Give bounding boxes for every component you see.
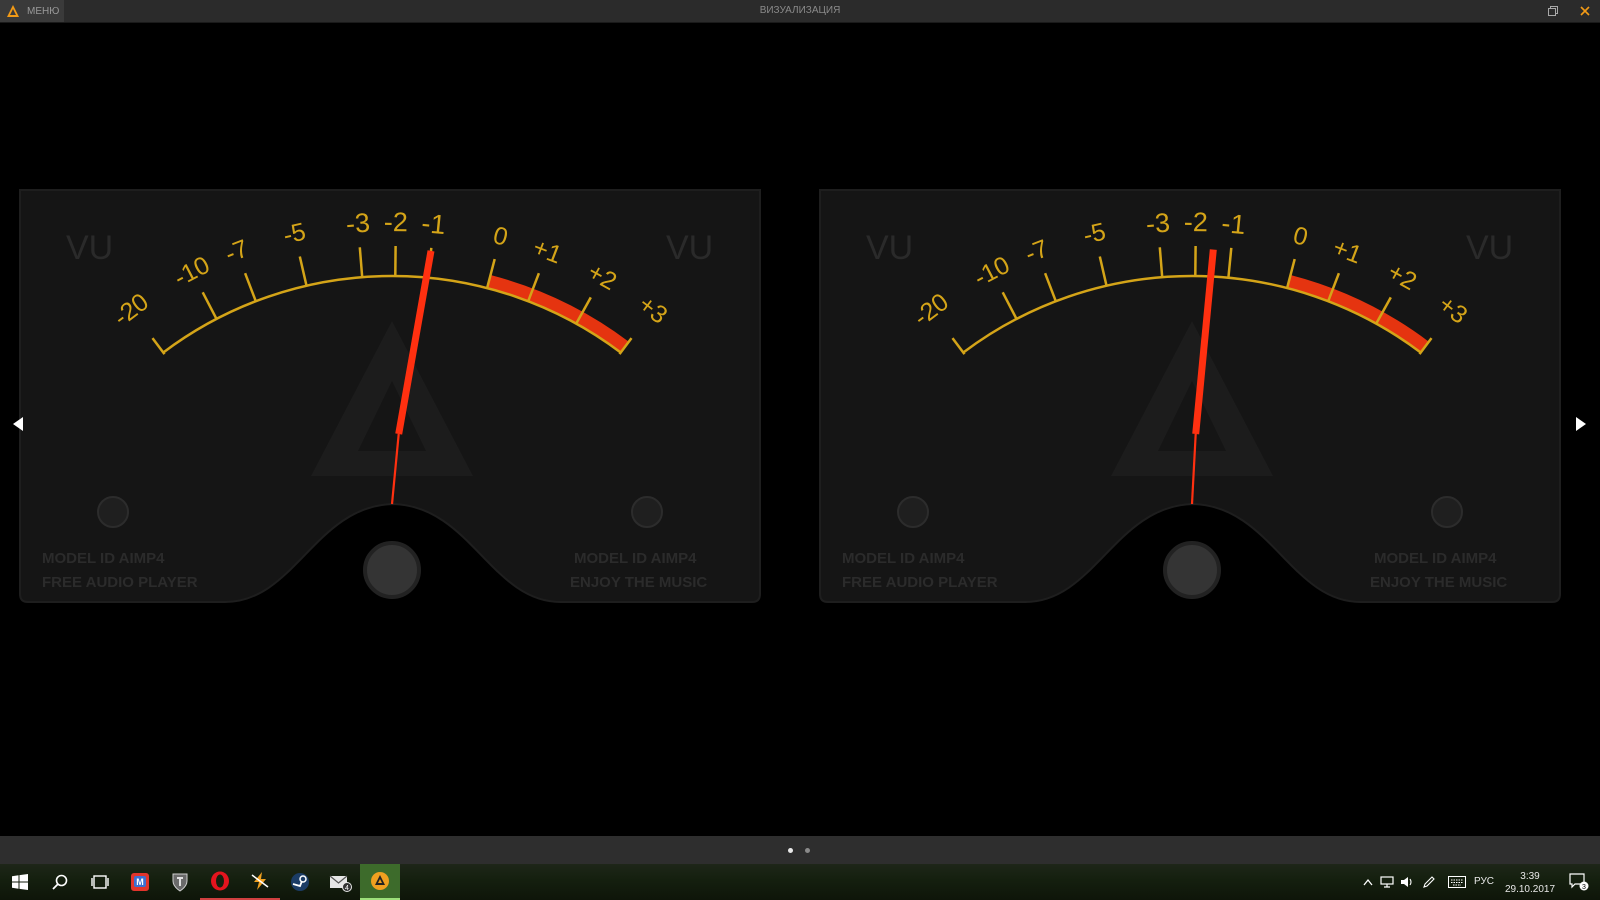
vu-label-left: VU [66,229,113,267]
mail-icon: 4 [329,875,352,892]
speaker-icon [1401,877,1412,887]
opera-icon [211,871,229,891]
model-right-line1: MODEL ID AIMP4 [1374,550,1497,567]
window-title: ВИЗУАЛИЗАЦИЯ [759,5,841,16]
vk-messenger-icon: M [131,873,149,891]
vu-meter-face: VU VU -20-10 -7-5 -3 -2 -1 0 +1+2+3 MODEL ID A… [19,189,761,603]
task-view-icon [91,875,109,889]
winamp-icon [251,872,269,890]
clock[interactable]: 3:39 29.10.2017 [1498,870,1562,896]
taskbar-app-vk-messenger[interactable]: M [120,864,160,900]
world-of-tanks-icon [172,873,188,892]
screw-right [631,496,663,528]
model-left-line1: MODEL ID AIMP4 [42,550,165,567]
search-button[interactable] [40,864,80,900]
pen-workspace-button[interactable] [1420,864,1438,900]
svg-text:M: M [136,877,144,887]
vu-label-right: VU [666,229,713,267]
scale-label: -1 [420,208,447,240]
taskbar-app-world-of-tanks[interactable] [160,864,200,900]
scale-label: -3 [345,208,371,240]
clock-time: 3:39 [1520,871,1540,882]
screw-left [897,496,929,528]
model-left-line1: MODEL ID AIMP4 [842,550,965,567]
needle-pivot [363,541,421,599]
screw-right [1431,496,1463,528]
vu-meter-left: VU VU -20 -10 -7 -5 -3 -2 -1 0 +1 +2 +3 MODEL ID A… [16,186,776,616]
windows-start-icon [12,874,28,890]
vu-label-right: VU [1466,229,1513,267]
screw-left [97,496,129,528]
clock-date: 29.10.2017 [1504,884,1556,895]
network-icon [1380,876,1394,888]
chevron-up-icon [1363,878,1373,886]
action-center-button[interactable]: 3 [1564,864,1594,900]
notification-icon: 3 [1569,873,1589,891]
model-right-line2: ENJOY THE MUSIC [570,574,707,591]
keyboard-icon [1448,876,1466,888]
pen-icon [1423,876,1435,888]
mail-badge: 4 [345,885,349,892]
taskbar: M 4 РУС 3:39 29.10.2017 3 [0,864,1600,900]
scale-label: -2 [384,207,408,237]
scale-label: -2 [1184,207,1208,237]
page-dot-1[interactable] [788,848,793,853]
volume-button[interactable] [1398,864,1416,900]
notification-count: 3 [1582,884,1586,891]
restore-button[interactable] [1538,0,1568,22]
model-left-line2: FREE AUDIO PLAYER [842,574,998,591]
page-dot-2[interactable] [805,848,810,853]
title-bar: МЕНЮ ВИЗУАЛИЗАЦИЯ [0,0,1600,23]
aimp-icon [371,872,389,890]
model-right-line2: ENJOY THE MUSIC [1370,574,1507,591]
previous-arrow-icon[interactable] [11,416,25,432]
taskbar-app-opera[interactable] [200,864,240,900]
task-view-button[interactable] [80,864,120,900]
close-icon [1580,6,1590,16]
needle-pivot [1163,541,1221,599]
start-button[interactable] [0,864,40,900]
vu-label-left: VU [866,229,913,267]
meter-panel [819,189,1561,603]
close-button[interactable] [1570,0,1600,22]
scale-label: -3 [1145,208,1171,240]
scale-label: -1 [1220,208,1247,240]
input-language-indicator[interactable]: РУС [1474,876,1494,887]
network-button[interactable] [1378,864,1396,900]
restore-icon [1548,6,1558,16]
search-icon [52,874,68,890]
vu-meter-face: VU VU -20-10 -7-5 -3 -2 -1 0 +1+2+3 MODEL ID A… [819,189,1561,603]
taskbar-app-mail[interactable]: 4 [320,864,360,900]
model-left-line2: FREE AUDIO PLAYER [42,574,198,591]
taskbar-app-aimp[interactable] [360,864,400,900]
meter-panel [19,189,761,603]
next-arrow-icon[interactable] [1574,416,1588,432]
model-right-line1: MODEL ID AIMP4 [574,550,697,567]
taskbar-app-winamp[interactable] [240,864,280,900]
taskbar-app-steam[interactable] [280,864,320,900]
vu-meter-right: VU VU -20 -10 -7 -5 -3 -2 -1 0 +1 +2 +3 MODEL ID A… [816,186,1576,616]
show-hidden-icons-button[interactable] [1360,864,1376,900]
page-indicator-bar [0,836,1600,864]
steam-icon [291,873,309,891]
touch-keyboard-button[interactable] [1446,864,1468,900]
